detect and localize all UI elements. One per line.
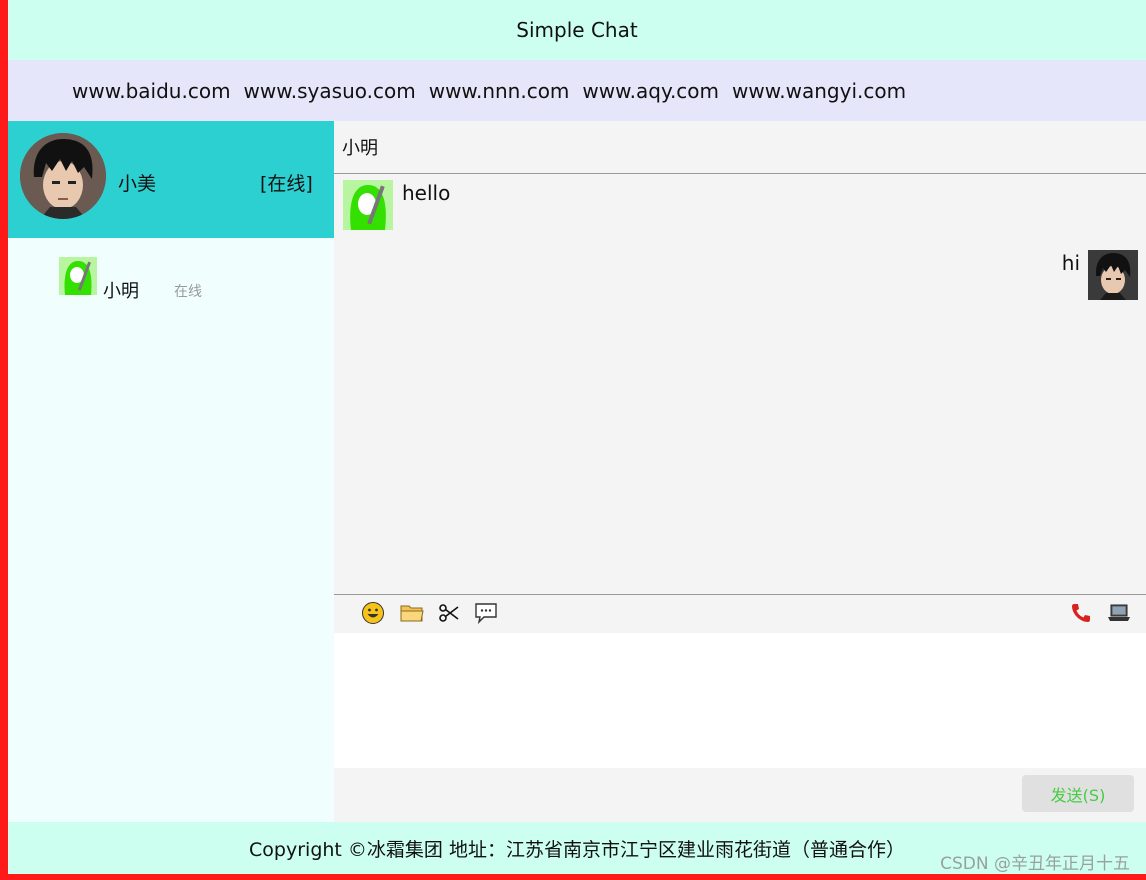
nav-link-wangyi[interactable]: www.wangyi.com [732, 79, 906, 103]
chat-partner-name: 小明 [334, 121, 1146, 174]
current-user-card: 小美 [在线] [8, 121, 334, 238]
message-input[interactable] [334, 633, 1146, 768]
contact-sidebar: 小美 [在线] 小明 在线 [8, 121, 334, 822]
boy-avatar-icon [1088, 250, 1138, 300]
boy-avatar-icon [20, 133, 106, 219]
nav-link-baidu[interactable]: www.baidu.com [72, 79, 231, 103]
nav-link-aqy[interactable]: www.aqy.com [582, 79, 719, 103]
girl-avatar-icon [59, 257, 97, 295]
contact-name: 小明 [103, 281, 139, 302]
phone-icon[interactable] [1068, 600, 1094, 626]
contact-status: 在线 [174, 284, 202, 300]
scissors-icon[interactable] [436, 600, 462, 626]
chat-toolbar [334, 594, 1146, 633]
contact-item[interactable]: 小明 在线 [59, 257, 329, 302]
girl-avatar-icon [343, 180, 393, 230]
message-avatar [1088, 250, 1138, 300]
watermark-text: CSDN @辛丑年正月十五 [940, 854, 1130, 874]
send-button[interactable]: 发送(S) [1022, 775, 1134, 812]
message-text: hi [1061, 251, 1080, 275]
link-bar: www.baidu.com www.syasuo.com www.nnn.com… [8, 60, 1146, 121]
message-sent: hi [1048, 250, 1138, 300]
message-avatar [343, 180, 393, 230]
nav-link-nnn[interactable]: www.nnn.com [429, 79, 570, 103]
laptop-icon[interactable] [1106, 600, 1132, 626]
nav-link-syasuo[interactable]: www.syasuo.com [244, 79, 416, 103]
current-user-status: [在线] [260, 173, 313, 195]
chat-panel: 小明 hello hi 发送(S) [334, 121, 1146, 822]
message-text: hello [402, 181, 451, 205]
app-title: Simple Chat [516, 18, 638, 42]
current-user-name: 小美 [118, 173, 157, 195]
app-header: Simple Chat [8, 0, 1146, 60]
contact-avatar [59, 257, 97, 295]
chat-bubble-icon[interactable] [473, 600, 499, 626]
send-bar: 发送(S) [334, 768, 1146, 822]
emoji-icon[interactable] [360, 600, 386, 626]
copyright-text: Copyright ©冰霜集团 地址：江苏省南京市江宁区建业雨花街道（普通合作） [249, 838, 905, 861]
user-avatar [20, 133, 106, 219]
folder-icon[interactable] [399, 600, 425, 626]
